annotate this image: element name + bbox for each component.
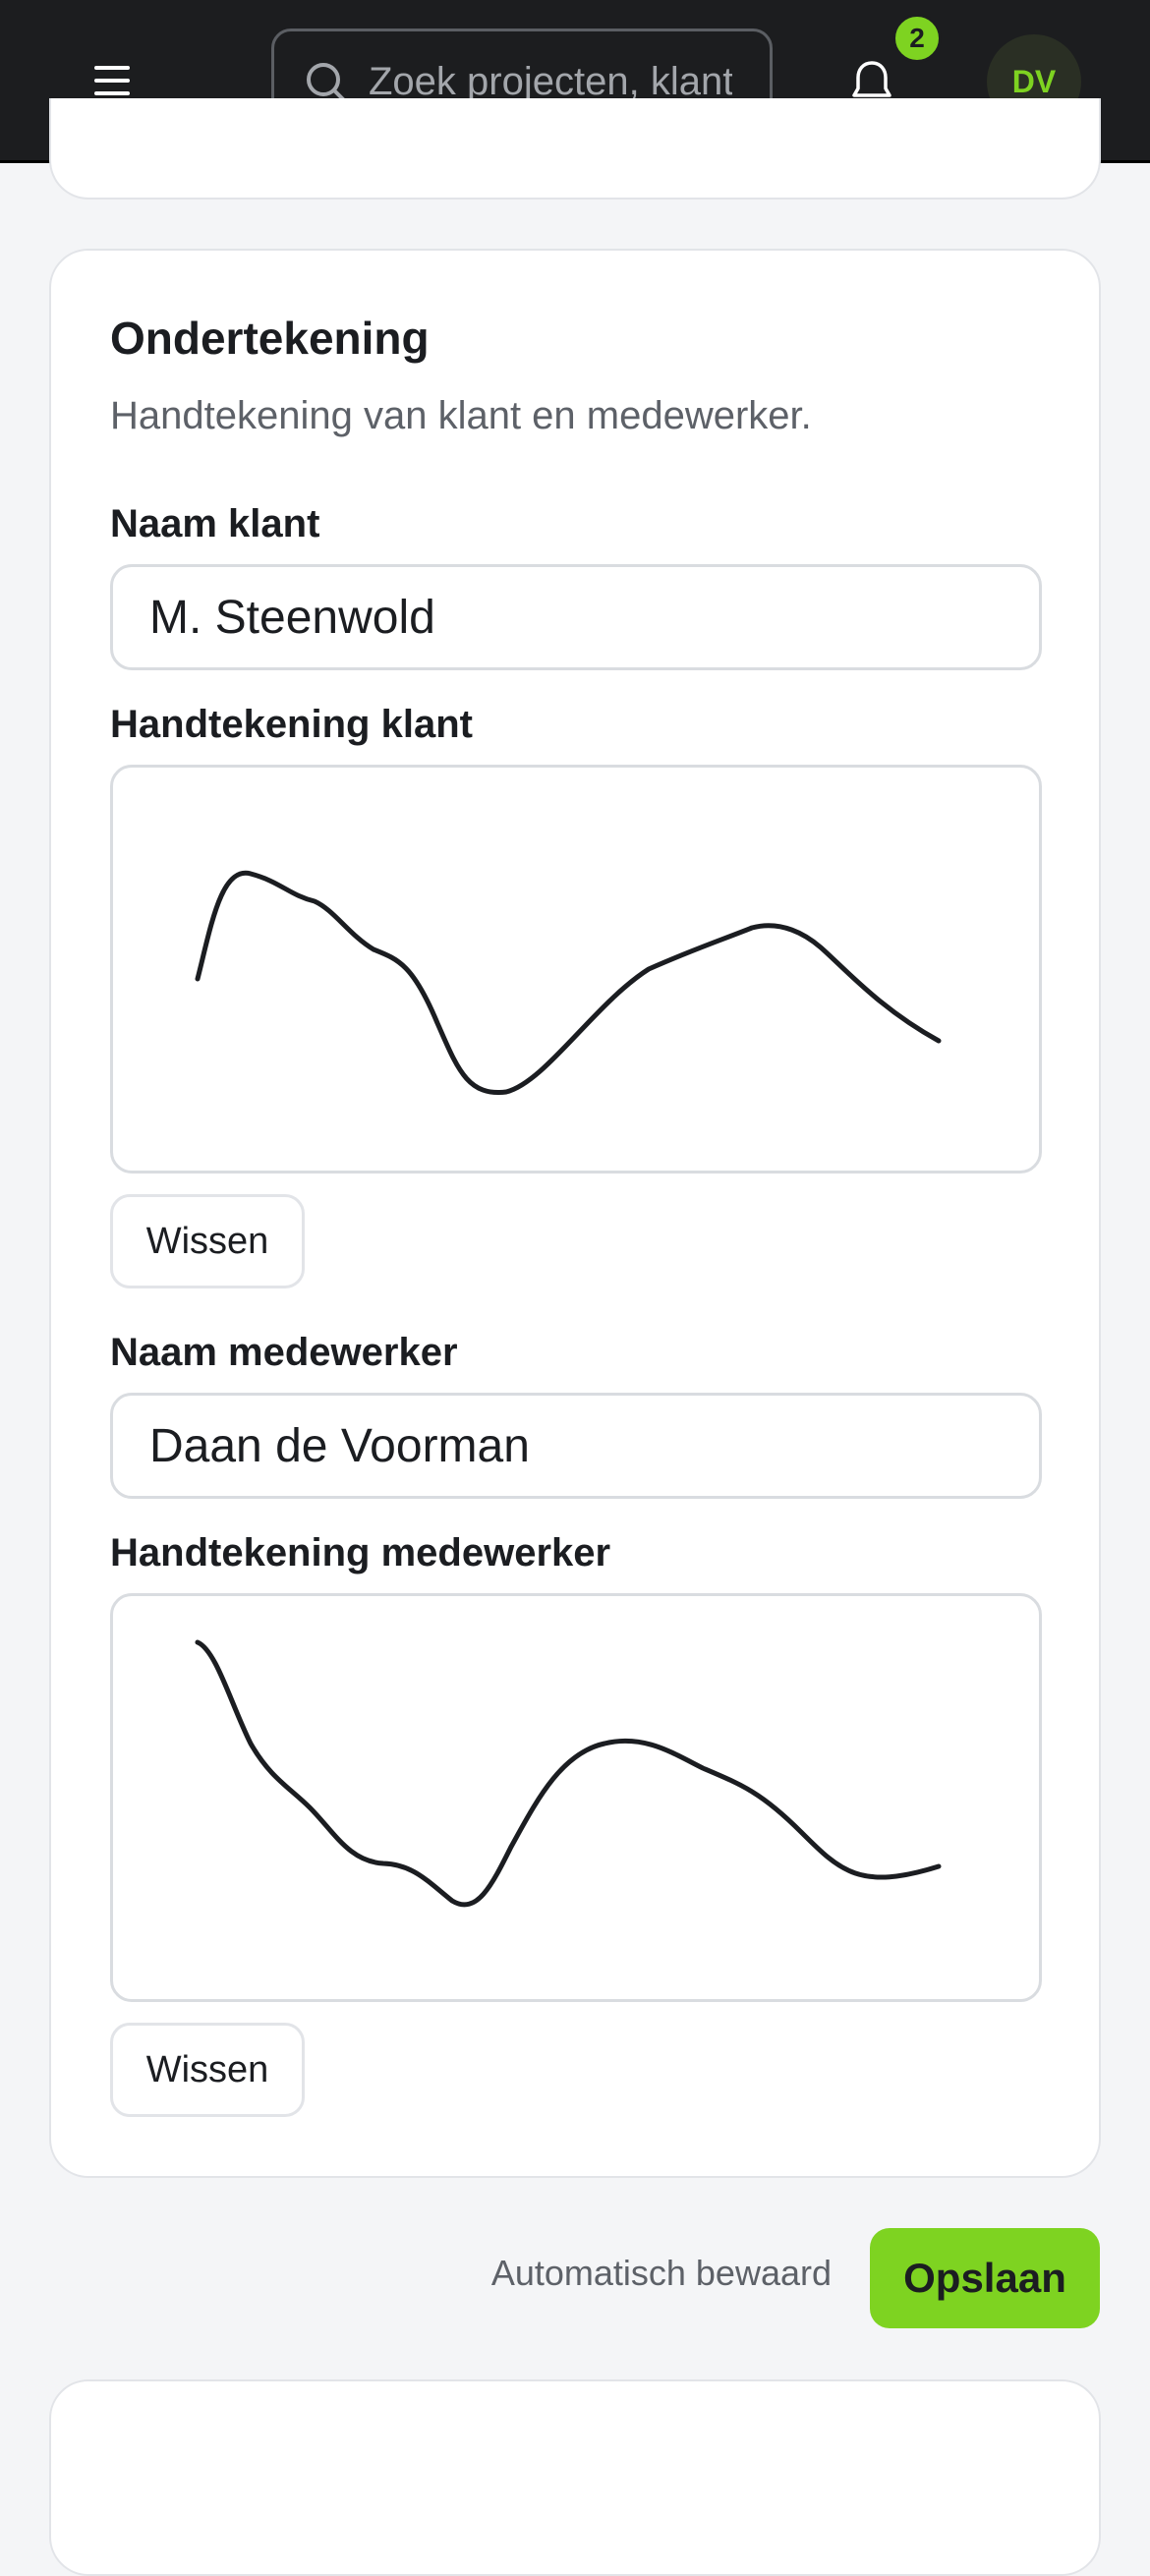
client-name-label: Naam klant	[110, 502, 320, 545]
client-signature-label: Handtekening klant	[110, 703, 473, 746]
notification-count-badge: 2	[892, 14, 942, 63]
employee-name-label: Naam medewerker	[110, 1331, 458, 1374]
signature-card: Ondertekening Handtekening van klant en …	[49, 249, 1101, 2178]
section-title: Ondertekening	[110, 313, 430, 364]
section-subtitle: Handtekening van klant en medewerker.	[110, 394, 812, 437]
save-button[interactable]: Opslaan	[870, 2228, 1100, 2328]
client-name-field[interactable]	[110, 564, 1042, 670]
employee-name-field[interactable]	[110, 1393, 1042, 1499]
client-signature-pad[interactable]	[110, 765, 1042, 1174]
client-signature-stroke	[195, 870, 942, 1096]
hamburger-menu-icon	[94, 66, 130, 95]
previous-card	[49, 98, 1101, 200]
employee-signature-stroke	[195, 1639, 942, 1908]
clear-employee-signature-button[interactable]: Wissen	[110, 2023, 305, 2117]
employee-signature-label: Handtekening medewerker	[110, 1531, 611, 1574]
autosave-status: Automatisch bewaard	[490, 2253, 832, 2293]
employee-signature-pad[interactable]	[110, 1593, 1042, 2002]
next-card	[49, 2379, 1101, 2576]
clear-client-signature-button[interactable]: Wissen	[110, 1194, 305, 1288]
